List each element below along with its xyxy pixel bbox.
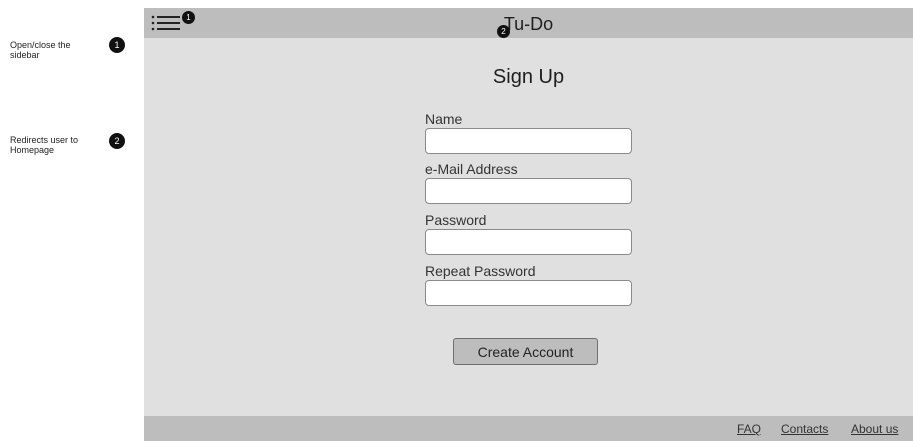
password-field[interactable] [425,229,632,255]
name-field[interactable] [425,128,632,154]
annotation-1-badge: 1 [109,37,125,53]
annotation-1-text: Open/close the sidebar [10,40,71,60]
annotation-2-badge: 2 [109,133,125,149]
repeat-password-label: Repeat Password [425,263,536,279]
footer-link-contacts[interactable]: Contacts [781,422,828,436]
app-title-link[interactable]: Tu-Do [144,13,913,35]
name-label: Name [425,111,463,127]
repeat-password-field[interactable] [425,280,632,306]
create-account-button[interactable]: Create Account [453,338,598,365]
annotation-2-text: Redirects user to Homepage [10,135,79,155]
page-title: Sign Up [492,66,565,88]
footer: FAQ Contacts About us [144,416,913,441]
app-frame: 1 Tu-Do 2 Sign Up Name e-Mail Address Pa… [144,8,913,441]
footer-link-faq[interactable]: FAQ [737,422,761,436]
top-bar: 1 Tu-Do 2 [144,8,913,38]
password-label: Password [425,212,487,228]
email-field[interactable] [425,178,632,204]
title-annotation-badge: 2 [497,25,510,38]
footer-link-about-us[interactable]: About us [851,422,898,436]
email-label: e-Mail Address [425,161,518,177]
